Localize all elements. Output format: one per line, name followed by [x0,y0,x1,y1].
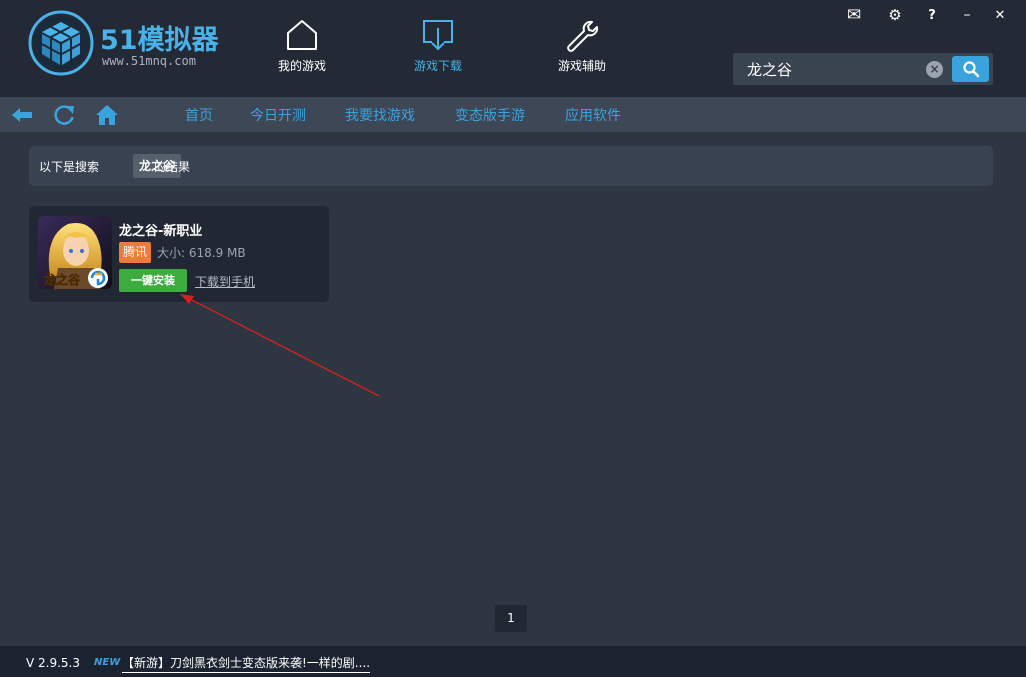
tab-home[interactable]: 首页 [185,97,213,132]
page-1-button[interactable]: 1 [495,605,527,632]
news-ticker-link[interactable]: 【新游】刀剑黑衣剑士变态版来袭!一样的剧.... [122,654,371,673]
new-badge: NEW [94,657,121,668]
search-icon [962,61,979,78]
wrench-icon [567,20,599,52]
help-button[interactable]: ? [917,4,947,26]
logo-text: 51模拟器 [100,25,219,56]
close-icon: ✕ [994,7,1006,23]
nav-my-games-label: 我的游戏 [277,59,326,73]
tab-modded-games[interactable]: 变态版手游 [455,97,525,132]
logo-cube-icon [28,10,94,76]
clear-icon: × [929,62,940,76]
nav-game-assist-label: 游戏辅助 [557,59,606,73]
app-header: 51模拟器 www.51mnq.com 我的游戏 游戏下载 游戏辅助 ✉ ⚙ ?… [0,0,1026,97]
help-icon: ? [928,7,936,23]
close-button[interactable]: ✕ [985,4,1015,26]
settings-button[interactable]: ⚙ [880,4,910,26]
gear-icon: ⚙ [888,6,902,24]
download-icon [423,20,453,51]
tab-today-test[interactable]: 今日开测 [250,97,306,132]
result-prefix: 以下是搜索 [39,160,100,174]
nav-game-download-label: 游戏下载 [413,59,462,73]
download-to-phone-link[interactable]: 下载到手机 [195,273,255,290]
logo-url: www.51mnq.com [102,54,196,68]
search-button[interactable] [952,56,989,82]
nav-game-download[interactable]: 游戏下载 [388,18,488,78]
search-result-bar: 以下是搜索 龙之谷 的结果 [29,146,993,186]
game-card: 龙之谷 龙之谷-新职业 腾讯 大小: 618.9 MB 一键安装 下载到手机 [29,206,329,302]
one-click-install-button[interactable]: 一键安装 [119,269,187,292]
clear-search-button[interactable]: × [926,61,943,78]
game-thumbnail[interactable]: 龙之谷 [38,216,112,289]
version-label: V 2.9.5.3 [26,656,81,670]
tab-find-game[interactable]: 我要找游戏 [345,97,415,132]
status-bar: V 2.9.5.3 NEW 【新游】刀剑黑衣剑士变态版来袭!一样的剧.... [0,646,1026,677]
game-size: 大小: 618.9 MB [157,246,246,260]
home-nav-icon[interactable] [95,103,119,127]
refresh-icon[interactable] [52,103,76,127]
nav-game-assist[interactable]: 游戏辅助 [532,18,632,78]
minimize-button[interactable]: – [952,4,982,26]
minimize-icon: – [963,7,971,23]
annotation-arrow [180,294,380,397]
mail-button[interactable]: ✉ [839,4,869,26]
app-logo: 51模拟器 www.51mnq.com [28,10,228,78]
tab-apps[interactable]: 应用软件 [565,97,621,132]
thumbnail-game-name: 龙之谷 [44,272,81,287]
back-arrow-icon[interactable] [10,103,34,127]
publisher-badge: 腾讯 [119,242,152,263]
result-suffix: 的结果 [154,160,191,174]
game-title[interactable]: 龙之谷-新职业 [119,220,202,239]
home-icon [287,20,317,50]
search-input[interactable] [733,53,923,85]
mail-icon: ✉ [846,5,862,25]
search-box: × [733,53,993,85]
secondary-nav: 首页 今日开测 我要找游戏 变态版手游 应用软件 [0,97,1026,132]
nav-my-games[interactable]: 我的游戏 [252,18,352,78]
